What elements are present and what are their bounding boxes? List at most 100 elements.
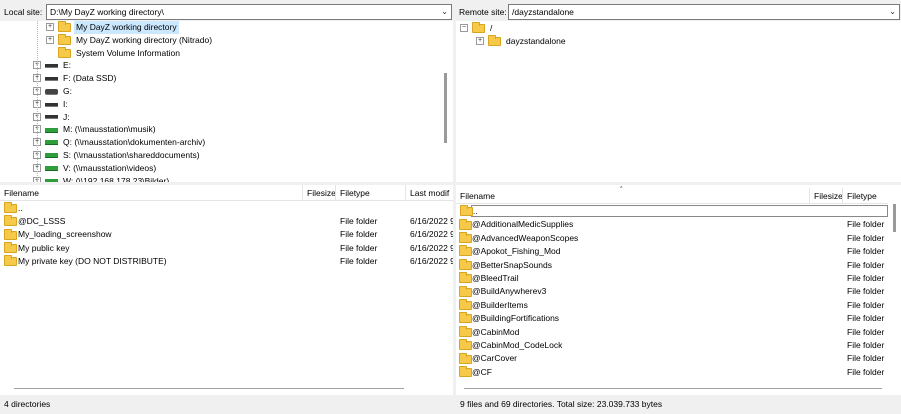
- remote-tree-item[interactable]: − /: [460, 22, 760, 35]
- local-tree-item[interactable]: + M: (\\mausstation\musik): [33, 123, 433, 136]
- folder-icon: [459, 339, 472, 352]
- chevron-down-icon[interactable]: ⌄: [441, 5, 448, 19]
- remote-list-hscrollbar[interactable]: [464, 388, 882, 389]
- cell-name: @CabinMod_CodeLock: [472, 340, 563, 350]
- local-list-header: Filename Filesize Filetype Last modif: [0, 185, 453, 201]
- table-row[interactable]: My private key (DO NOT DISTRIBUTE) File f…: [0, 255, 453, 268]
- local-tree-item[interactable]: + J:: [33, 111, 433, 124]
- local-tree-item[interactable]: System Volume Information: [46, 46, 446, 60]
- folder-icon: [4, 228, 17, 241]
- cell-name: My public key: [18, 242, 70, 253]
- table-row[interactable]: ..: [460, 205, 888, 217]
- local-file-list[interactable]: Filename Filesize Filetype Last modif ..…: [0, 185, 453, 395]
- local-tree-item[interactable]: + Q: (\\mausstation\dokumenten-archiv): [33, 136, 433, 149]
- cell-name: @BleedTrail: [472, 273, 519, 283]
- tree-item-label: W: (\\192.168.178.23\Bilder): [63, 175, 170, 182]
- folder-icon: [4, 202, 17, 215]
- cell-type: File folder: [847, 219, 885, 230]
- cell-name: @BuildingFortifications: [472, 313, 560, 324]
- cell-name: @CarCover: [472, 353, 517, 364]
- cell-type: File folder: [340, 255, 378, 266]
- remote-col-filename[interactable]: Filename: [456, 188, 810, 204]
- folder-icon: [459, 272, 472, 285]
- folder-icon: [459, 218, 472, 231]
- cell-type: File folder: [847, 366, 885, 377]
- cell-type: File folder: [847, 232, 885, 243]
- tree-expander-icon[interactable]: +: [46, 23, 54, 31]
- local-tree-scrollbar[interactable]: [441, 21, 451, 182]
- remote-site-path-input[interactable]: /dayzstandalone ⌄: [508, 4, 900, 20]
- local-col-last-modified[interactable]: Last modif: [406, 185, 453, 201]
- local-tree-item[interactable]: + S: (\\mausstation\shareddocuments): [33, 149, 433, 162]
- network-drive-icon: [45, 162, 58, 175]
- local-list-hscrollbar[interactable]: [14, 388, 404, 389]
- remote-file-list[interactable]: ˄ Filename Filesize Filetype ..@Addition…: [456, 185, 901, 395]
- chevron-down-icon[interactable]: ⌄: [889, 5, 896, 19]
- table-row[interactable]: @BuilderItems File folder: [456, 299, 888, 312]
- local-directory-tree[interactable]: + My DayZ working directory + My DayZ worki…: [0, 21, 453, 182]
- tree-item-label: I:: [63, 98, 68, 109]
- remote-col-filetype[interactable]: Filetype: [843, 188, 888, 204]
- table-row[interactable]: @BleedTrail File folder: [456, 272, 888, 285]
- tree-item-label: dayzstandalone: [506, 36, 566, 46]
- cell-type: File folder: [340, 216, 378, 227]
- tree-item-label: My DayZ working directory (Nitrado): [76, 34, 213, 45]
- tree-item-label: E:: [63, 60, 72, 71]
- table-row[interactable]: @BuildAnywherev3 File folder: [456, 285, 888, 298]
- local-tree-scroll-thumb[interactable]: [444, 73, 447, 143]
- folder-icon: [459, 352, 472, 365]
- table-row[interactable]: @AdvancedWeaponScopes File folder: [456, 232, 888, 245]
- local-site-path: D:\My DayZ working directory\: [50, 7, 164, 17]
- table-row[interactable]: My public key File folder 6/16/2022 9: [0, 241, 453, 255]
- folder-icon: [4, 215, 17, 228]
- remote-tree-item[interactable]: + dayzstandalone: [476, 35, 776, 48]
- table-row[interactable]: @DC_LSSS File folder 6/16/2022 9: [0, 215, 453, 228]
- folder-icon: [459, 312, 472, 325]
- tree-expander-icon[interactable]: +: [46, 35, 54, 44]
- folder-icon: [460, 205, 473, 218]
- table-row[interactable]: @BuildingFortifications File folder: [456, 312, 888, 325]
- cell-name: @AdditionalMedicSupplies: [472, 219, 574, 230]
- cell-type: File folder: [847, 273, 885, 283]
- local-tree-item[interactable]: + My DayZ working directory: [46, 21, 446, 34]
- remote-col-filesize[interactable]: Filesize: [810, 188, 843, 204]
- local-tree-item[interactable]: + W: (\\192.168.178.23\Bilder): [33, 175, 433, 182]
- folder-icon: [488, 35, 501, 48]
- local-tree-item[interactable]: + My DayZ working directory (Nitrado): [46, 34, 446, 47]
- table-row[interactable]: @CF File folder: [456, 366, 888, 379]
- cell-name: My_loading_screenshow: [18, 229, 112, 240]
- local-tree-item[interactable]: + E:: [33, 59, 433, 72]
- table-row[interactable]: @BetterSnapSounds File folder: [456, 258, 888, 272]
- remote-site-label: Remote site:: [459, 7, 507, 17]
- remote-list-scroll-thumb[interactable]: [893, 204, 896, 232]
- local-tree-item[interactable]: + I:: [33, 98, 433, 111]
- drive-icon: [45, 72, 58, 85]
- cell-name: @CF: [472, 366, 492, 377]
- local-site-label: Local site:: [4, 7, 43, 17]
- local-tree-item[interactable]: + G:: [33, 85, 433, 98]
- drive-icon: [45, 59, 58, 72]
- tree-item-label: S: (\\mausstation\shareddocuments): [63, 150, 200, 160]
- table-row[interactable]: My_loading_screenshow File folder 6/16/202…: [0, 228, 453, 241]
- remote-list-scrollbar[interactable]: [889, 204, 901, 389]
- remote-list-header: Filename Filesize Filetype: [456, 188, 888, 204]
- local-tree-item[interactable]: + F: (Data SSD): [33, 72, 433, 85]
- local-col-filesize[interactable]: Filesize: [303, 185, 336, 201]
- folder-icon: [58, 34, 71, 47]
- table-row[interactable]: @CabinMod_CodeLock File folder: [456, 339, 888, 352]
- tree-expander-icon[interactable]: +: [476, 37, 484, 45]
- folder-icon: [58, 21, 71, 34]
- local-site-path-input[interactable]: D:\My DayZ working directory\ ⌄: [46, 4, 452, 20]
- cell-modified: 6/16/2022 9: [410, 255, 453, 266]
- table-row[interactable]: ..: [0, 202, 453, 215]
- local-tree-item[interactable]: + V: (\\mausstation\videos): [33, 162, 433, 175]
- drive-icon: [45, 111, 58, 124]
- table-row[interactable]: @AdditionalMedicSupplies File folder: [456, 218, 888, 231]
- table-row[interactable]: @CarCover File folder: [456, 352, 888, 365]
- table-row[interactable]: @CabinMod File folder: [456, 325, 888, 339]
- local-col-filetype[interactable]: Filetype: [336, 185, 406, 201]
- tree-expander-icon[interactable]: −: [460, 24, 468, 32]
- table-row[interactable]: @Apokot_Fishing_Mod File folder: [456, 245, 888, 258]
- remote-directory-tree[interactable]: − / + dayzstandalone: [456, 21, 901, 182]
- local-col-filename[interactable]: Filename: [0, 185, 303, 201]
